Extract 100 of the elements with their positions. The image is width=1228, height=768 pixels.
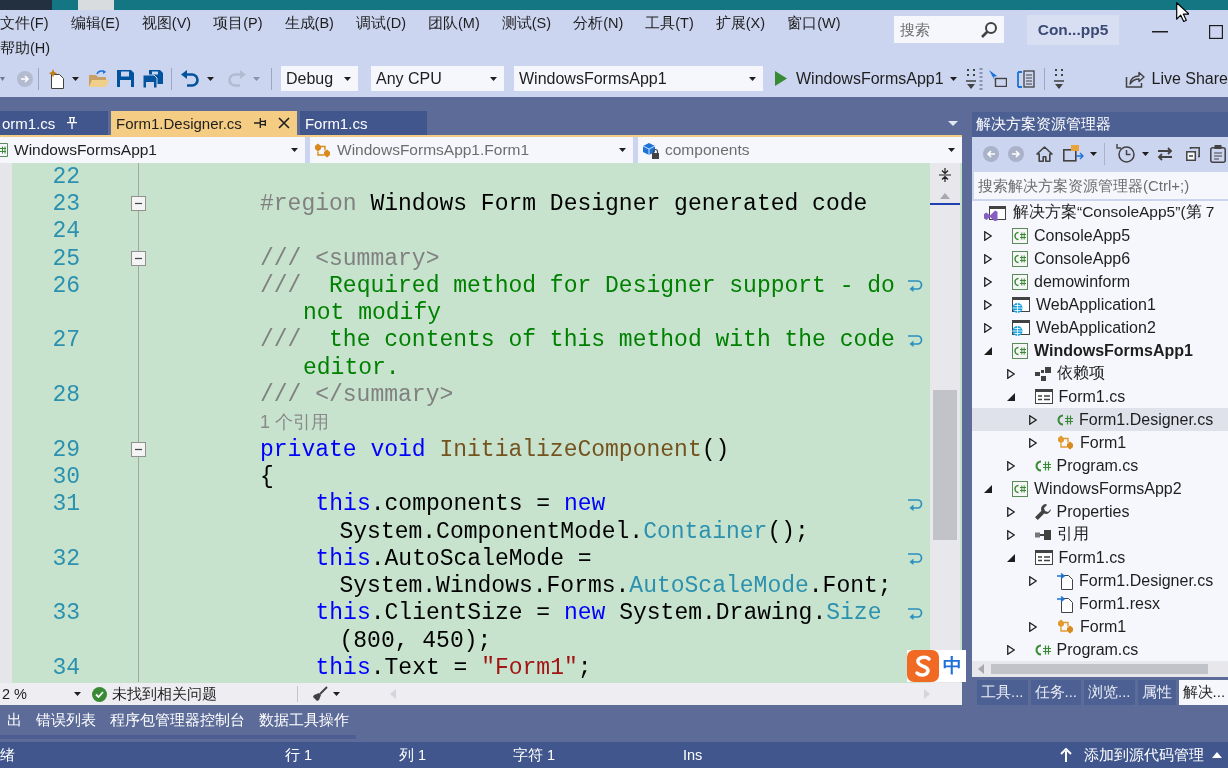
menu-item[interactable]: 分析(N) [573,10,624,35]
live-share-button[interactable]: Live Share [1124,69,1228,88]
expand-arrow-icon[interactable] [1006,644,1015,655]
dropdown-caret-icon[interactable] [333,692,340,696]
dropdown-caret-icon[interactable] [291,148,298,152]
menu-item[interactable]: 团队(M) [428,10,480,35]
tree-item[interactable]: Form1.resx [972,592,1228,615]
dropdown-caret-icon[interactable] [74,692,81,696]
expand-arrow-icon[interactable] [984,253,992,264]
dotted-grip-icon[interactable] [978,67,983,90]
tree-item[interactable]: Program.cs [972,454,1228,477]
horizontal-scrollbar[interactable] [972,661,1228,677]
expand-arrow-icon[interactable] [984,230,992,241]
menu-item[interactable]: 扩展(X) [715,10,766,35]
collapse-arrow-icon[interactable] [984,346,992,355]
history-icon[interactable] [1116,144,1135,163]
configuration-dropdown[interactable]: Debug [281,66,358,91]
add-to-source-control-button[interactable]: 添加到源代码管理 [1060,745,1204,765]
expand-arrow-icon[interactable] [1029,414,1037,425]
expand-arrow-icon[interactable] [1029,437,1037,448]
list-panel-icon[interactable] [1016,69,1035,88]
collapse-icon[interactable] [131,442,146,458]
dotted-down-arrow-icon[interactable] [965,67,976,90]
undo-icon[interactable] [181,70,199,87]
tree-item[interactable]: Form1.cs [972,385,1228,408]
expand-arrow-icon[interactable] [1006,506,1015,517]
scrollbar-thumb[interactable] [933,390,957,540]
tree-item[interactable]: Form1 [972,431,1228,454]
menu-item[interactable]: 视图(V) [141,10,192,35]
vertical-scrollbar[interactable] [930,163,960,683]
tool-window-tab[interactable]: 解决... [1178,680,1228,705]
sync-icon[interactable] [1157,146,1173,161]
tree-item[interactable]: demowinform [972,270,1228,293]
tree-item[interactable]: Program.cs [972,638,1228,661]
dropdown-caret-icon[interactable] [344,76,351,81]
pointer-box-icon[interactable] [988,70,1007,87]
tree-item[interactable]: WindowsFormsApp2 [972,477,1228,500]
tree-item[interactable]: WebApplication2 [972,316,1228,339]
tree-item[interactable]: Form1 [972,615,1228,638]
dropdown-caret-icon[interactable] [490,76,497,81]
menu-item[interactable]: 生成(B) [284,10,334,35]
dotted-down-arrow-icon[interactable] [1053,67,1064,90]
caret-up-icon[interactable] [1212,752,1222,758]
up-arrow-icon[interactable] [1060,748,1072,762]
collapse-arrow-icon[interactable] [1006,553,1015,562]
tree-item[interactable]: WebApplication1 [972,293,1228,316]
close-icon[interactable] [277,117,290,129]
tree-item[interactable]: Form1.Designer.cs [972,408,1228,431]
maximize-icon[interactable] [1209,25,1223,39]
platform-dropdown[interactable]: Any CPU [371,66,504,91]
expand-arrow-icon[interactable] [1006,460,1015,471]
issues-button[interactable]: 未找到相关问题 [92,684,217,704]
play-icon[interactable] [775,71,787,86]
tree-item[interactable]: Form1.Designer.cs [972,569,1228,592]
tab-list-caret-icon[interactable] [948,121,958,126]
expand-arrow-icon[interactable] [1029,621,1037,632]
tree-item[interactable]: Form1.cs [972,546,1228,569]
dropdown-caret-icon[interactable] [948,148,955,152]
expand-arrow-icon[interactable] [1006,529,1015,540]
expand-arrow-icon[interactable] [1006,368,1015,379]
document-tab[interactable]: Form1.cs [299,111,427,135]
tool-window-tab[interactable]: 属性 [1137,680,1176,705]
save-icon[interactable] [117,70,134,87]
type-dropdown[interactable]: WindowsFormsApp1.Form1 [310,137,633,163]
expand-arrow-icon[interactable] [984,299,992,310]
save-all-icon[interactable] [143,69,163,88]
new-project-icon[interactable] [48,68,66,89]
project-dropdown[interactable]: WindowsFormsApp1 [0,137,305,163]
menu-item[interactable]: 测试(S) [501,10,552,35]
zoom-dropdown[interactable]: 2 % [0,683,86,705]
tree-item[interactable]: 引用 [972,523,1228,546]
search-button[interactable] [974,16,1004,43]
dropdown-caret-icon[interactable] [949,76,957,81]
clipboard-icon[interactable] [1210,144,1226,163]
dropdown-caret-icon[interactable] [749,76,756,81]
dropdown-caret-icon[interactable] [1090,151,1097,156]
expand-arrow-icon[interactable] [1029,575,1037,586]
start-button[interactable]: WindowsFormsApp1 [775,69,944,88]
tree-item[interactable]: WindowsFormsApp1 [972,339,1228,362]
expand-arrow-icon[interactable] [984,322,992,333]
tree-item[interactable]: 解决方案“ConsoleApp5”(第 7 [972,201,1228,224]
menu-item[interactable]: 项目(P) [213,10,263,35]
collapse-icon[interactable] [131,196,146,212]
tree-item[interactable]: ConsoleApp5 [972,224,1228,247]
tool-window-tab[interactable]: 浏览... [1084,680,1135,705]
search-field[interactable]: 搜索解决方案资源管理器(Ctrl+;) [974,172,1228,199]
scrollbar-thumb[interactable] [991,664,1208,674]
menu-item[interactable]: 调试(D) [355,10,407,35]
tool-window-tab[interactable]: 任务... [1030,680,1082,705]
splitter-icon[interactable] [939,168,951,182]
search-field[interactable]: 搜索 [894,16,974,43]
minimize-icon[interactable] [1152,31,1168,33]
tree-item[interactable]: Properties [972,500,1228,523]
home-icon[interactable] [1036,145,1053,162]
switch-views-icon[interactable] [1063,145,1084,162]
dropdown-caret-icon[interactable] [619,148,626,152]
dropdown-caret-icon[interactable] [207,76,214,81]
share-icon[interactable] [1124,69,1145,88]
menu-item[interactable]: 帮助(H) [0,35,51,60]
document-tab[interactable]: Form1.Designer.cs [111,111,297,135]
